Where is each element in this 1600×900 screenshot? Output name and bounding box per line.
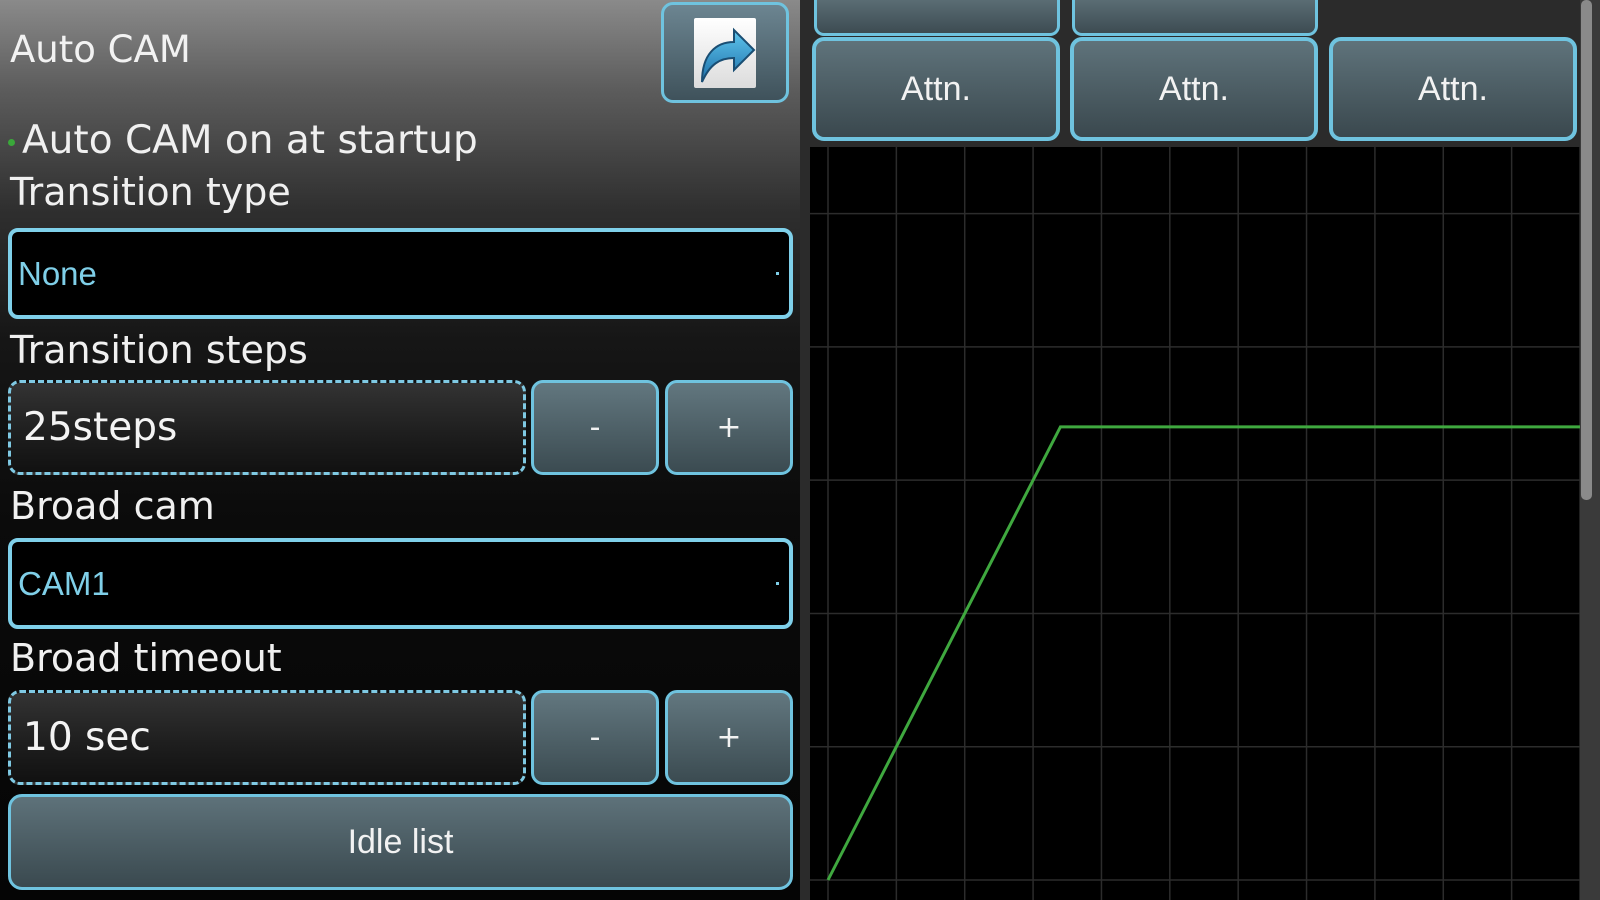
transition-curve-series-0	[826, 425, 1580, 881]
top-button-partial[interactable]	[1072, 0, 1318, 36]
broad-cam-label: Broad cam	[10, 484, 215, 528]
share-arrow-icon	[694, 17, 756, 88]
transition-steps-plus-button[interactable]: +	[665, 380, 793, 475]
transition-steps-value: 25steps	[23, 405, 178, 450]
broad-cam-select[interactable]: CAM1	[8, 538, 793, 629]
scrollbar-thumb[interactable]	[1581, 0, 1592, 500]
transition-type-value: None	[18, 254, 97, 292]
idle-list-button[interactable]: Idle list	[8, 794, 793, 890]
dropdown-icon	[776, 582, 779, 585]
transition-chart	[810, 147, 1581, 900]
broad-timeout-minus-button[interactable]: -	[531, 690, 659, 785]
attn-button-2[interactable]: Attn.	[1070, 37, 1318, 141]
settings-panel: Auto CAM Auto CAM on at startup Transiti…	[0, 0, 800, 900]
share-button[interactable]	[661, 2, 789, 103]
transition-graph	[810, 147, 1581, 900]
broad-cam-value: CAM1	[18, 564, 110, 602]
auto-cam-startup-checkbox[interactable]: Auto CAM on at startup	[8, 118, 478, 163]
transition-steps-minus-button[interactable]: -	[531, 380, 659, 475]
broad-timeout-field[interactable]: 10 sec	[8, 690, 526, 785]
transition-steps-field[interactable]: 25steps	[8, 380, 526, 475]
broad-timeout-label: Broad timeout	[10, 636, 282, 680]
checkbox-indicator	[8, 139, 15, 146]
attn-button-3[interactable]: Attn.	[1329, 37, 1577, 141]
transition-steps-label: Transition steps	[10, 328, 308, 372]
broad-timeout-value: 10 sec	[23, 715, 151, 760]
attn-button-1[interactable]: Attn.	[812, 37, 1060, 141]
page-title: Auto CAM	[10, 28, 191, 71]
transition-type-label: Transition type	[10, 170, 291, 214]
dropdown-icon	[776, 272, 779, 275]
broad-timeout-plus-button[interactable]: +	[665, 690, 793, 785]
top-button-partial[interactable]	[814, 0, 1060, 36]
auto-cam-startup-label: Auto CAM on at startup	[22, 118, 478, 163]
transition-type-select[interactable]: None	[8, 228, 793, 319]
